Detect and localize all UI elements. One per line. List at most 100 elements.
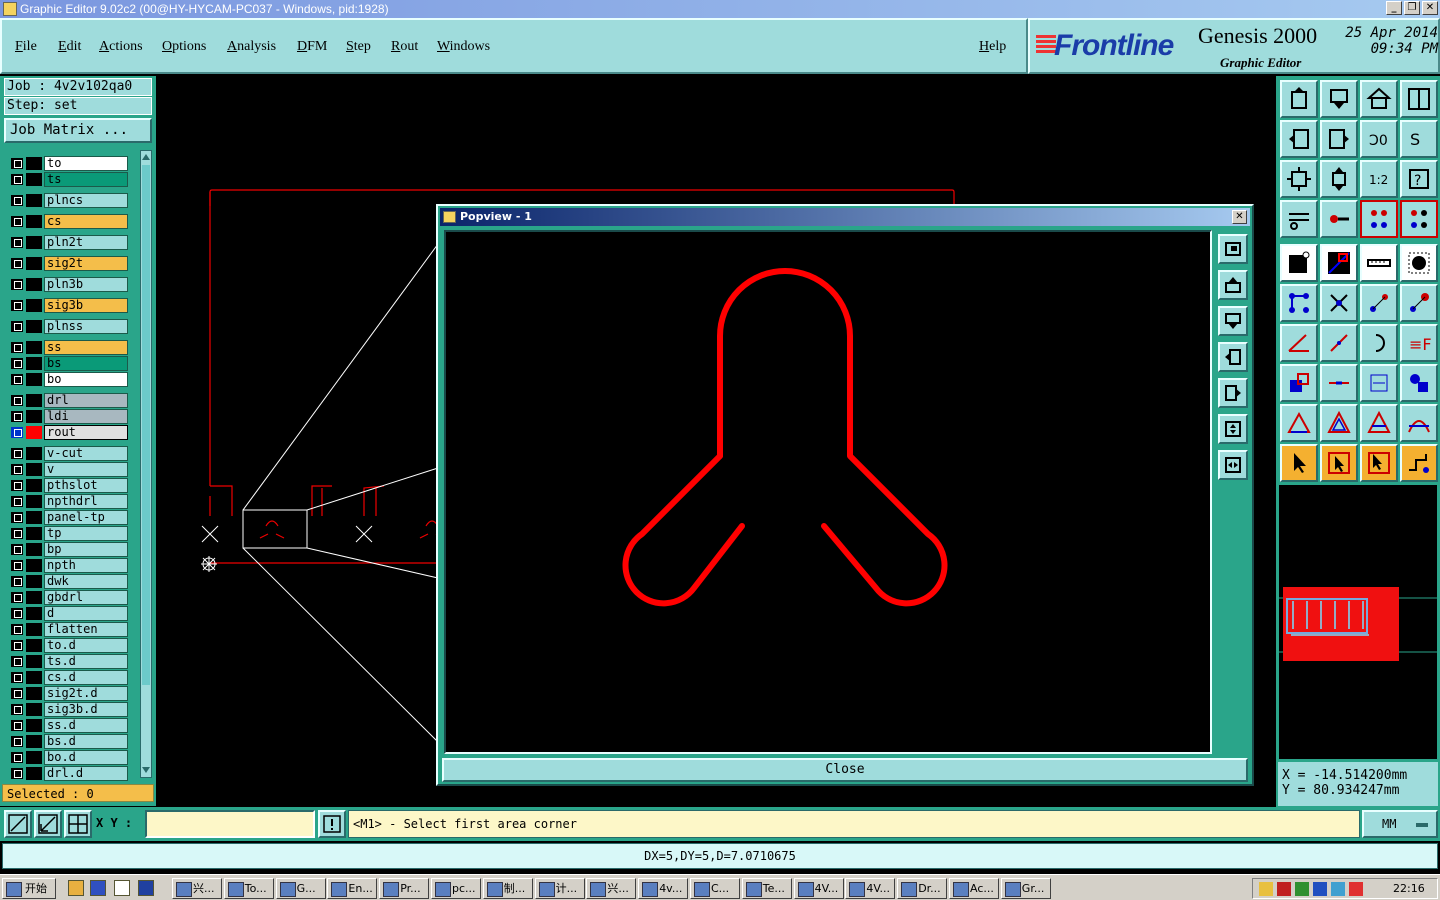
layer-checkbox[interactable] xyxy=(10,194,24,207)
cross-tool-button[interactable] xyxy=(1320,284,1358,322)
tri-tool-button[interactable] xyxy=(1280,404,1318,442)
layer-checkbox[interactable] xyxy=(10,703,24,716)
layer-checkbox[interactable] xyxy=(10,639,24,652)
text-tool-button[interactable]: ≡F xyxy=(1400,324,1438,362)
menu-actions[interactable]: Actions xyxy=(99,39,143,55)
layer-color-swatch[interactable] xyxy=(26,703,42,716)
fit-tool-button[interactable] xyxy=(1280,160,1318,198)
layer-color-swatch[interactable] xyxy=(26,671,42,684)
menu-windows[interactable]: Windows xyxy=(437,39,490,55)
layer-checkbox[interactable] xyxy=(10,394,24,407)
layer-color-swatch[interactable] xyxy=(26,623,42,636)
measure-mode-button[interactable] xyxy=(34,810,62,838)
layer-name[interactable]: to xyxy=(44,156,128,171)
ruler-tool-button[interactable] xyxy=(1360,244,1398,282)
taskbar-task[interactable]: Pr... xyxy=(379,878,430,899)
quicklaunch-globe-icon[interactable] xyxy=(90,880,106,896)
layer-row-bp[interactable]: bp xyxy=(8,542,128,557)
popview-close-icon[interactable]: ✕ xyxy=(1232,210,1247,224)
pad-tool-button[interactable] xyxy=(1280,244,1318,282)
taskbar-task[interactable]: Dr... xyxy=(897,878,948,899)
taskbar-task[interactable]: 4V... xyxy=(793,878,844,899)
layer-name[interactable]: ts xyxy=(44,172,128,187)
menu-help[interactable]: Help xyxy=(979,39,1006,55)
popview-close-button[interactable]: Close xyxy=(442,758,1248,782)
layer-color-swatch[interactable] xyxy=(26,341,42,354)
layer-color-swatch[interactable] xyxy=(26,559,42,572)
layer-row-ts.d[interactable]: ts.d xyxy=(8,654,128,669)
layer-name[interactable]: rout xyxy=(44,425,128,440)
units-select[interactable]: MM xyxy=(1362,810,1438,838)
layer-row-pln2t[interactable]: pln2t xyxy=(8,235,128,250)
layer-name[interactable]: ss xyxy=(44,340,128,355)
tray-clock[interactable]: 22:16 xyxy=(1393,882,1425,895)
popview-zoom-home-button[interactable] xyxy=(1218,234,1248,264)
popview-zoom-out-button[interactable] xyxy=(1218,450,1248,480)
layer-checkbox[interactable] xyxy=(10,575,24,588)
layer-checkbox[interactable] xyxy=(10,320,24,333)
layer-checkbox[interactable] xyxy=(10,463,24,476)
layer-checkbox[interactable] xyxy=(10,543,24,556)
layer-checkbox[interactable] xyxy=(10,341,24,354)
layer-color-swatch[interactable] xyxy=(26,447,42,460)
layer-color-swatch[interactable] xyxy=(26,575,42,588)
layer-name[interactable]: ss.d xyxy=(44,718,128,733)
layer-checkbox[interactable] xyxy=(10,623,24,636)
center-tool-button[interactable] xyxy=(1320,160,1358,198)
import-tool-button[interactable] xyxy=(1280,120,1318,158)
menu-edit[interactable]: Edit xyxy=(58,39,81,55)
tray-icon-2[interactable] xyxy=(1277,882,1291,896)
layer-name[interactable]: flatten xyxy=(44,622,128,637)
save-tool-button[interactable] xyxy=(1320,80,1358,118)
layer-name[interactable]: bo.d xyxy=(44,750,128,765)
menu-analysis[interactable]: Analysis xyxy=(227,39,276,55)
layer-list-scrollbar[interactable] xyxy=(140,150,152,778)
layer-name[interactable]: plnss xyxy=(44,319,128,334)
layer-row-pthslot[interactable]: pthslot xyxy=(8,478,128,493)
taskbar-task[interactable]: To... xyxy=(223,878,274,899)
layer-row-plnss[interactable]: plnss xyxy=(8,319,128,334)
layer-color-swatch[interactable] xyxy=(26,463,42,476)
taskbar-task[interactable]: 制... xyxy=(482,878,533,899)
layer-row-npthdrl[interactable]: npthdrl xyxy=(8,494,128,509)
key-tool-button[interactable] xyxy=(1320,200,1358,238)
circle-tool-button[interactable] xyxy=(1400,244,1438,282)
resize-tool-button[interactable] xyxy=(1280,364,1318,402)
layer-checkbox[interactable] xyxy=(10,215,24,228)
layer-color-swatch[interactable] xyxy=(26,735,42,748)
layer-name[interactable]: panel-tp xyxy=(44,510,128,525)
layer-checkbox[interactable] xyxy=(10,591,24,604)
rotate-tool-button[interactable]: Ↄ0 xyxy=(1360,120,1398,158)
layer-color-swatch[interactable] xyxy=(26,687,42,700)
popview-pan-down-button[interactable] xyxy=(1218,306,1248,336)
layer-checkbox[interactable] xyxy=(10,373,24,386)
popview-canvas[interactable] xyxy=(444,230,1212,754)
tri4-tool-button[interactable] xyxy=(1400,404,1438,442)
taskbar-task[interactable]: 兴... xyxy=(586,878,637,899)
layer-name[interactable]: drl.d xyxy=(44,766,128,781)
dimension-tool-button[interactable] xyxy=(1360,364,1398,402)
layer-name[interactable]: ldi xyxy=(44,409,128,424)
layer-color-swatch[interactable] xyxy=(26,257,42,270)
menu-rout[interactable]: Rout xyxy=(391,39,418,55)
layer-checkbox[interactable] xyxy=(10,511,24,524)
layer-name[interactable]: npth xyxy=(44,558,128,573)
layer-row-sig2t.d[interactable]: sig2t.d xyxy=(8,686,128,701)
layer-color-swatch[interactable] xyxy=(26,173,42,186)
job-matrix-button[interactable]: Job Matrix ... xyxy=(4,118,152,143)
select2-tool-button[interactable] xyxy=(1360,444,1398,482)
mirror-tool-button[interactable]: S xyxy=(1400,120,1438,158)
layer-row-to[interactable]: to xyxy=(8,156,128,171)
menu-file[interactable]: File xyxy=(15,39,37,55)
layer-row-cs.d[interactable]: cs.d xyxy=(8,670,128,685)
layer-color-swatch[interactable] xyxy=(26,236,42,249)
layer-checkbox[interactable] xyxy=(10,278,24,291)
route-tool-button[interactable] xyxy=(1400,444,1438,482)
layer-checkbox[interactable] xyxy=(10,236,24,249)
layer-checkbox[interactable] xyxy=(10,527,24,540)
taskbar-task[interactable]: Te... xyxy=(741,878,792,899)
layer-checkbox[interactable] xyxy=(10,607,24,620)
move-tool-button[interactable] xyxy=(1360,284,1398,322)
layer-name[interactable]: dwk xyxy=(44,574,128,589)
close-window-button[interactable]: ✕ xyxy=(1422,1,1438,15)
